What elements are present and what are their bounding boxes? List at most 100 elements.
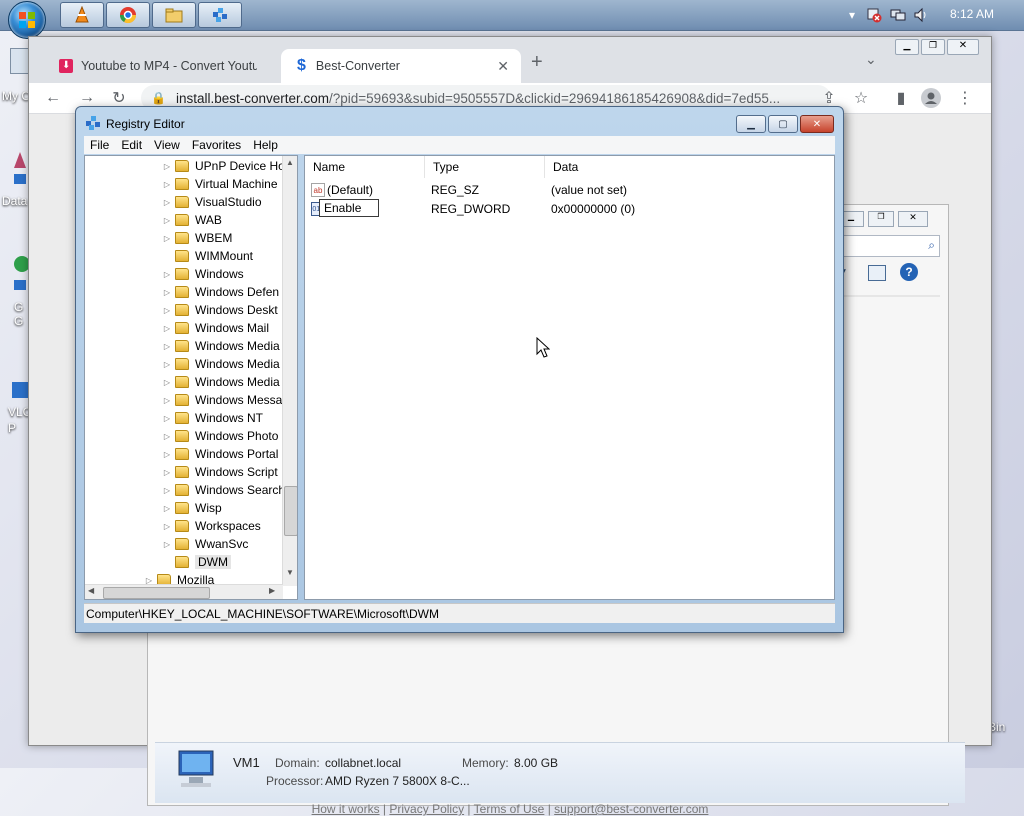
column-header-name[interactable]: Name — [305, 156, 425, 178]
expander-icon[interactable]: ▷ — [163, 288, 171, 297]
expander-icon[interactable]: ▷ — [163, 360, 171, 369]
expander-icon[interactable]: ▷ — [163, 414, 171, 423]
expander-icon[interactable]: ▷ — [163, 504, 171, 513]
tab-youtube-to-mp4[interactable]: ⬇ Youtube to MP4 - Convert Youtu — [43, 49, 283, 83]
column-header-type[interactable]: Type — [425, 156, 545, 178]
taskbar-vlc-button[interactable] — [60, 2, 104, 28]
maximize-button[interactable]: ▢ — [768, 115, 798, 133]
tree-item[interactable]: ▷ Windows Search — [163, 481, 285, 499]
expander-icon[interactable]: ▷ — [163, 540, 171, 549]
link-support-email[interactable]: support@best-converter.com — [554, 802, 708, 816]
scroll-right-icon[interactable]: ▶ — [269, 586, 275, 595]
desktop-label-vlc[interactable]: VLC P — [8, 404, 31, 436]
link-terms-of-use[interactable]: Terms of Use — [474, 802, 545, 816]
tree-item[interactable]: ▷ Windows Media — [163, 355, 280, 373]
network-icon[interactable] — [890, 7, 906, 23]
rename-input[interactable]: Enable — [319, 199, 379, 217]
preview-pane-icon[interactable] — [868, 265, 886, 281]
tree-item[interactable]: ▷ Windows Mail — [163, 319, 269, 337]
tree-item[interactable]: ▷ Windows Portal — [163, 445, 278, 463]
value-row-default[interactable]: ab (Default) REG_SZ (value not set) — [305, 181, 834, 200]
inner-close-button[interactable]: ✕ — [898, 211, 928, 227]
menu-help[interactable]: Help — [247, 138, 284, 152]
taskbar-explorer-button[interactable] — [152, 2, 196, 28]
browser-restore-button[interactable]: ❐ — [921, 39, 945, 55]
help-icon[interactable]: ? — [900, 263, 918, 281]
close-button[interactable]: ✕ — [800, 115, 834, 133]
tree-item[interactable]: ▷ WBEM — [163, 229, 232, 247]
tree-item[interactable]: ▷ Windows — [163, 265, 244, 283]
inner-restore-button[interactable]: ❐ — [868, 211, 894, 227]
expander-icon[interactable]: ▷ — [163, 216, 171, 225]
desktop-label-g[interactable]: G G — [14, 300, 28, 328]
column-header-data[interactable]: Data — [545, 156, 835, 178]
menu-view[interactable]: View — [148, 138, 186, 152]
inner-search-input[interactable]: ⌕ — [828, 235, 940, 257]
tree-item[interactable]: ▷ UPnP Device Ho — [163, 157, 285, 175]
tree-item[interactable]: ▷ Windows Defen — [163, 283, 279, 301]
tree-item[interactable]: ▷ VisualStudio — [163, 193, 262, 211]
profile-avatar-icon[interactable] — [921, 88, 941, 108]
expander-icon[interactable]: ▷ — [163, 486, 171, 495]
tree-item[interactable]: ▷ Windows Deskt — [163, 301, 278, 319]
minimize-button[interactable]: ▁ — [736, 115, 766, 133]
scroll-left-icon[interactable]: ◀ — [88, 586, 94, 595]
expander-icon[interactable]: ▷ — [163, 522, 171, 531]
tree-item[interactable]: ▷ WwanSvc — [163, 535, 248, 553]
menu-favorites[interactable]: Favorites — [186, 138, 247, 152]
tab-search-chevron-icon[interactable]: ⌄ — [865, 51, 877, 68]
expander-icon[interactable]: ▷ — [163, 396, 171, 405]
data-desktop-icon[interactable] — [12, 150, 28, 186]
tree-hscroll-thumb[interactable] — [103, 587, 210, 599]
volume-icon[interactable] — [913, 7, 929, 23]
side-panel-icon[interactable]: ▮ — [891, 88, 911, 108]
browser-close-button[interactable]: ✕ — [947, 39, 979, 55]
tree-item[interactable]: WIMMount — [163, 247, 253, 265]
expander-icon[interactable]: ▷ — [163, 378, 171, 387]
clock[interactable]: 8:12 AM — [950, 7, 994, 21]
new-tab-icon[interactable]: + — [531, 51, 543, 74]
vlc-desktop-icon[interactable] — [12, 382, 28, 398]
expander-icon[interactable]: ▷ — [163, 306, 171, 315]
tree-item[interactable]: ▷ Windows NT — [163, 409, 263, 427]
computer-desktop-icon[interactable] — [10, 48, 30, 74]
desktop-label-my-computer[interactable]: My C — [2, 89, 30, 103]
scroll-down-icon[interactable]: ▼ — [286, 568, 294, 577]
browser-minimize-button[interactable]: ▁ — [895, 39, 919, 55]
tab-close-icon[interactable]: ✕ — [497, 58, 509, 75]
expander-icon[interactable]: ▷ — [163, 432, 171, 441]
network-warning-icon[interactable] — [866, 7, 882, 23]
link-how-it-works[interactable]: How it works — [312, 802, 380, 816]
key-tree[interactable]: ▷ UPnP Device Ho ▷ Virtual Machine ▷ Visual… — [84, 155, 298, 600]
back-icon[interactable]: ← — [43, 88, 63, 108]
tree-item-selected[interactable]: DWM — [163, 553, 231, 571]
expander-icon[interactable]: ▷ — [163, 324, 171, 333]
tree-horizontal-scrollbar[interactable]: ◀ ▶ — [85, 584, 283, 599]
tree-item[interactable]: ▷ Virtual Machine — [163, 175, 278, 193]
expander-icon[interactable]: ▷ — [163, 450, 171, 459]
tree-item[interactable]: ▷ Windows Media — [163, 373, 280, 391]
g-desktop-icon[interactable] — [12, 254, 30, 294]
tray-chevron-icon[interactable]: ▾ — [844, 7, 860, 23]
tree-vertical-scrollbar[interactable]: ▲ ▼ — [282, 156, 297, 586]
share-icon[interactable]: ⇪ — [819, 88, 839, 108]
expander-icon[interactable]: ▷ — [163, 234, 171, 243]
taskbar-regedit-button[interactable] — [198, 2, 242, 28]
tree-item[interactable]: ▷ Windows Messa — [163, 391, 282, 409]
tree-item[interactable]: ▷ WAB — [163, 211, 222, 229]
expander-icon[interactable]: ▷ — [163, 162, 171, 171]
tree-item[interactable]: ▷ Windows Script — [163, 463, 278, 481]
menu-file[interactable]: File — [84, 138, 115, 152]
tab-best-converter[interactable]: $ Best-Converter ✕ — [281, 49, 521, 83]
tree-item[interactable]: ▷ Windows Photo — [163, 427, 278, 445]
value-row-enable[interactable]: 011 Enable REG_DWORD 0x00000000 (0) — [305, 199, 834, 219]
expander-icon[interactable]: ▷ — [163, 270, 171, 279]
tree-item[interactable]: ▷ Wisp — [163, 499, 222, 517]
forward-icon[interactable]: → — [77, 88, 97, 108]
reload-icon[interactable]: ↻ — [109, 88, 129, 108]
link-privacy-policy[interactable]: Privacy Policy — [389, 802, 464, 816]
expander-icon[interactable]: ▷ — [163, 198, 171, 207]
expander-icon[interactable]: ▷ — [163, 180, 171, 189]
bookmark-star-icon[interactable]: ☆ — [851, 88, 871, 108]
taskbar-chrome-button[interactable] — [106, 2, 150, 28]
